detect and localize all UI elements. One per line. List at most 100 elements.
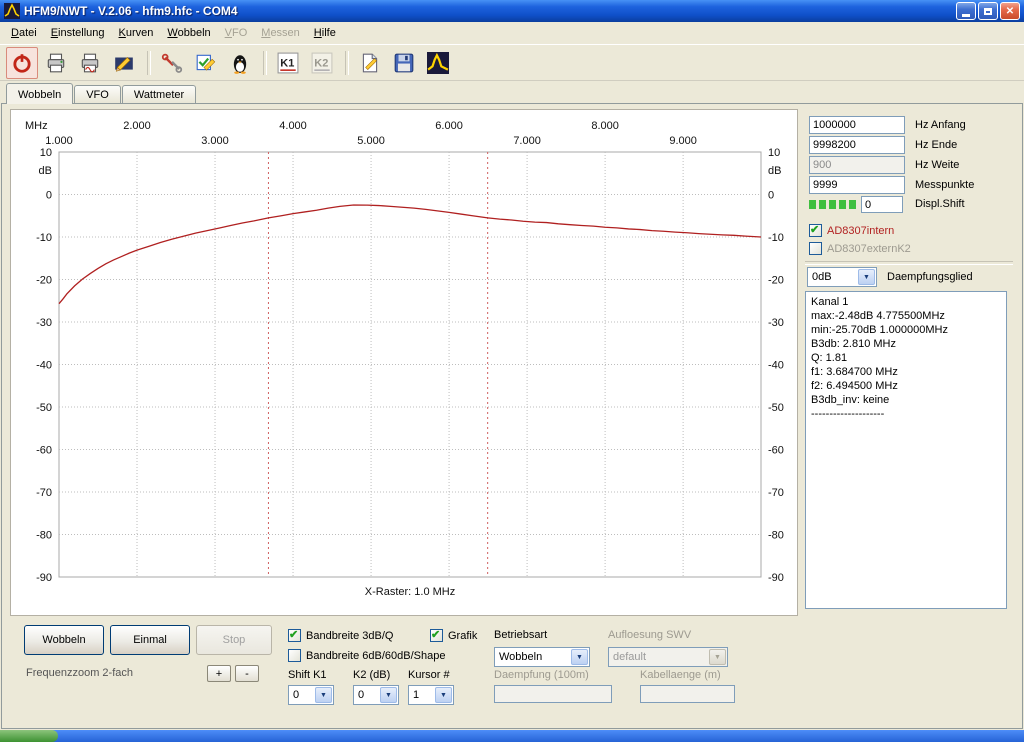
tools-icon bbox=[161, 52, 183, 74]
svg-text:-10: -10 bbox=[768, 232, 784, 244]
svg-text:-10: -10 bbox=[36, 232, 52, 244]
kursor-select[interactable]: 1 bbox=[408, 685, 454, 705]
svg-text:0: 0 bbox=[768, 190, 774, 202]
svg-text:-50: -50 bbox=[36, 402, 52, 414]
ad8307-intern-label: AD8307intern bbox=[827, 225, 894, 237]
grafik-row: Grafik bbox=[430, 629, 477, 642]
window-controls: ✕ bbox=[956, 2, 1020, 20]
menu-wobbeln[interactable]: Wobbeln bbox=[160, 24, 217, 42]
svg-text:5.000: 5.000 bbox=[357, 135, 385, 147]
svg-text:0: 0 bbox=[46, 190, 52, 202]
aufloesung-value: default bbox=[613, 651, 709, 663]
bandbreite-3db-checkbox[interactable] bbox=[288, 629, 301, 642]
k1-cursor-button[interactable]: K1 bbox=[272, 47, 304, 79]
sweep-edit-button[interactable] bbox=[108, 47, 140, 79]
zoom-in-button[interactable]: + bbox=[207, 665, 231, 682]
minimize-button[interactable] bbox=[956, 2, 976, 20]
power-icon bbox=[11, 52, 33, 74]
hz-weite-input bbox=[809, 156, 905, 174]
k2-db-value: 0 bbox=[358, 689, 380, 701]
print-curve-button[interactable] bbox=[74, 47, 106, 79]
menu-hilfe[interactable]: Hilfe bbox=[307, 24, 343, 42]
progress-indicator bbox=[809, 200, 857, 209]
aufloesung-select: default bbox=[608, 647, 728, 667]
svg-text:K2: K2 bbox=[314, 57, 328, 69]
menu-datei[interactable]: Datei bbox=[4, 24, 44, 42]
k2-cursor-icon: K2 bbox=[311, 52, 333, 74]
zoom-out-button[interactable]: - bbox=[235, 665, 259, 682]
window-title: HFM9/NWT - V.2.06 - hfm9.hfc - COM4 bbox=[24, 4, 956, 18]
chevron-down-icon[interactable] bbox=[315, 687, 332, 703]
betriebsart-label: Betriebsart bbox=[494, 629, 547, 641]
start-button[interactable] bbox=[0, 730, 58, 742]
bandbreite3-row: Bandbreite 3dB/Q bbox=[288, 629, 393, 642]
stop-button: Stop bbox=[196, 625, 272, 655]
svg-text:-80: -80 bbox=[768, 530, 784, 542]
printer-icon bbox=[45, 52, 67, 74]
ad8307-extern-row: AD8307externK2 bbox=[809, 242, 911, 255]
k2-db-select[interactable]: 0 bbox=[353, 685, 399, 705]
save-button[interactable] bbox=[388, 47, 420, 79]
svg-text:-50: -50 bbox=[768, 402, 784, 414]
tab-wattmeter[interactable]: Wattmeter bbox=[122, 85, 196, 104]
menu-kurven[interactable]: Kurven bbox=[112, 24, 161, 42]
penguin-icon bbox=[229, 52, 251, 74]
chevron-down-icon[interactable] bbox=[571, 649, 588, 665]
svg-text:X-Raster: 1.0 MHz: X-Raster: 1.0 MHz bbox=[365, 586, 455, 598]
ad8307-intern-checkbox[interactable] bbox=[809, 224, 822, 237]
svg-text:6.000: 6.000 bbox=[435, 120, 463, 132]
svg-text:-20: -20 bbox=[768, 275, 784, 287]
svg-text:9.000: 9.000 bbox=[669, 135, 697, 147]
hz-anfang-input[interactable] bbox=[809, 116, 905, 134]
measure-check-button[interactable] bbox=[190, 47, 222, 79]
svg-text:-80: -80 bbox=[36, 530, 52, 542]
hz-anfang-label: Hz Anfang bbox=[915, 119, 966, 131]
grafik-checkbox[interactable] bbox=[430, 629, 443, 642]
svg-text:-70: -70 bbox=[36, 487, 52, 499]
menu-einstellung[interactable]: Einstellung bbox=[44, 24, 112, 42]
print-button[interactable] bbox=[40, 47, 72, 79]
controls-panel: Wobbeln Einmal Stop Frequenzzoom 2-fach … bbox=[2, 619, 1022, 729]
kursor-label: Kursor # bbox=[408, 669, 450, 681]
application-window: HFM9/NWT - V.2.06 - hfm9.hfc - COM4 ✕ Da… bbox=[0, 0, 1024, 742]
power-button[interactable] bbox=[6, 47, 38, 79]
file-edit-button[interactable] bbox=[354, 47, 386, 79]
sweep-edit-icon bbox=[113, 52, 135, 74]
chevron-down-icon[interactable] bbox=[435, 687, 452, 703]
printer-curve-icon bbox=[79, 52, 101, 74]
svg-text:10: 10 bbox=[768, 147, 780, 159]
messpunkte-input[interactable] bbox=[809, 176, 905, 194]
curve-display-icon bbox=[427, 52, 449, 74]
divider bbox=[805, 261, 1013, 265]
k2-cursor-button[interactable]: K2 bbox=[306, 47, 338, 79]
wobbeln-button[interactable]: Wobbeln bbox=[24, 625, 104, 655]
ad8307-extern-checkbox[interactable] bbox=[809, 242, 822, 255]
hz-ende-input[interactable] bbox=[809, 136, 905, 154]
bandbreite-6db-checkbox[interactable] bbox=[288, 649, 301, 662]
shift-k1-select[interactable]: 0 bbox=[288, 685, 334, 705]
svg-text:dB: dB bbox=[768, 165, 781, 177]
displ-shift-input[interactable] bbox=[861, 196, 903, 213]
chevron-down-icon[interactable] bbox=[380, 687, 397, 703]
svg-text:10: 10 bbox=[40, 147, 52, 159]
aufloesung-label: Aufloesung SWV bbox=[608, 629, 691, 641]
chart-panel: MHz2.0004.0006.0008.0001.0003.0005.0007.… bbox=[10, 109, 798, 616]
bandbreite-6db-label: Bandbreite 6dB/60dB/Shape bbox=[306, 650, 445, 662]
svg-text:4.000: 4.000 bbox=[279, 120, 307, 132]
chevron-down-icon bbox=[709, 649, 726, 665]
chevron-down-icon[interactable] bbox=[858, 269, 875, 285]
daempfungsglied-select[interactable]: 0dB bbox=[807, 267, 877, 287]
tab-wobbeln[interactable]: Wobbeln bbox=[6, 83, 73, 104]
kabellaenge-input bbox=[640, 685, 735, 703]
maximize-button[interactable] bbox=[978, 2, 998, 20]
penguin-button[interactable] bbox=[224, 47, 256, 79]
tools-button[interactable] bbox=[156, 47, 188, 79]
close-button[interactable]: ✕ bbox=[1000, 2, 1020, 20]
curve-display-button[interactable] bbox=[422, 47, 454, 79]
taskbar bbox=[0, 730, 1024, 742]
tab-vfo[interactable]: VFO bbox=[74, 85, 121, 104]
svg-text:-70: -70 bbox=[768, 487, 784, 499]
betriebsart-select[interactable]: Wobbeln bbox=[494, 647, 590, 667]
measurement-info-box: Kanal 1 max:-2.48dB 4.775500MHz min:-25.… bbox=[805, 291, 1007, 609]
einmal-button[interactable]: Einmal bbox=[110, 625, 190, 655]
